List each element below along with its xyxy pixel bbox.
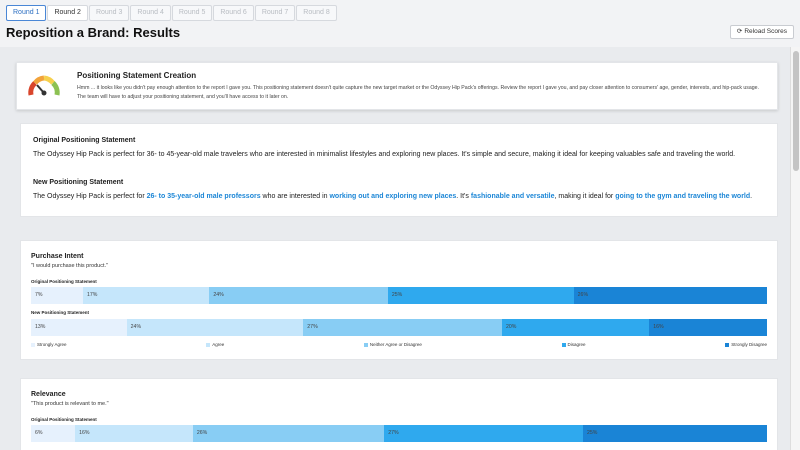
relevance-quote: "This product is relevant to me." bbox=[31, 401, 109, 407]
reload-scores-label: Reload Scores bbox=[744, 28, 787, 35]
scrollbar[interactable] bbox=[790, 47, 800, 450]
bar-segment-strongly-disagree: 25% bbox=[582, 425, 767, 442]
refresh-icon: ⟳ bbox=[736, 28, 743, 35]
bar-segment-neither-agree-or-disagree: 24% bbox=[209, 287, 388, 304]
reload-scores-button[interactable]: ⟳ Reload Scores bbox=[729, 25, 794, 39]
feedback-title: Positioning Statement Creation bbox=[77, 71, 197, 80]
relevance-original-bar: 6% 16% 26% 27% 25% bbox=[31, 425, 767, 442]
legend-item: Strongly Disagree bbox=[725, 342, 767, 347]
legend-label: Strongly Agree bbox=[37, 342, 67, 347]
legend-label: Neither Agree or Disagree bbox=[369, 342, 422, 347]
purchase-intent-original-bar: 7% 17% 24% 25% 26% bbox=[31, 287, 767, 304]
bar-segment-strongly-disagree: 26% bbox=[573, 287, 767, 304]
original-bar-label: Original Positioning Statement bbox=[31, 417, 97, 422]
new-statement-highlight: fashionable and versatile bbox=[470, 193, 555, 200]
bar-segment-strongly-agree: 7% bbox=[31, 287, 84, 304]
legend-swatch bbox=[561, 342, 566, 347]
bar-segment-agree: 24% bbox=[126, 319, 304, 336]
legend-item: Agree bbox=[206, 342, 224, 347]
tab-round-3[interactable]: Round 3 bbox=[88, 5, 130, 21]
scrollbar-thumb[interactable] bbox=[793, 51, 799, 171]
legend-item: Disagree bbox=[561, 342, 586, 347]
bar-segment-agree: 16% bbox=[75, 425, 193, 442]
original-bar-label: Original Positioning Statement bbox=[31, 279, 97, 284]
bar-segment-neither-agree-or-disagree: 26% bbox=[192, 425, 385, 442]
tab-round-5[interactable]: Round 5 bbox=[171, 5, 213, 21]
legend: Strongly Agree Agree Neither Agree or Disa… bbox=[31, 342, 767, 347]
relevance-card: Relevance "This product is relevant to m… bbox=[20, 378, 778, 450]
purchase-intent-new-bar: 13% 24% 27% 20% 16% bbox=[31, 319, 767, 336]
round-tabs: Round 1 Round 2 Round 3 Round 4 Round 5 … bbox=[6, 5, 338, 21]
statements-card: Original Positioning Statement The Odyss… bbox=[20, 123, 778, 217]
new-statement-text: The Odyssey Hip Pack is perfect for 26- … bbox=[33, 191, 763, 202]
legend-item: Neither Agree or Disagree bbox=[363, 342, 422, 347]
feedback-message: Hmm ... it looks like you didn't pay eno… bbox=[77, 85, 759, 100]
bar-segment-agree: 17% bbox=[83, 287, 210, 304]
new-statement-part: who are interested in bbox=[260, 193, 330, 200]
legend-swatch bbox=[31, 342, 35, 347]
tab-round-4[interactable]: Round 4 bbox=[130, 5, 171, 21]
feedback-card: Positioning Statement Creation Hmm ... i… bbox=[16, 62, 778, 110]
original-statement-heading: Original Positioning Statement bbox=[33, 137, 136, 144]
new-statement-part: . It's bbox=[456, 193, 471, 200]
new-statement-part: , making it ideal for bbox=[554, 193, 616, 200]
bar-segment-neither-agree-or-disagree: 27% bbox=[303, 319, 503, 336]
purchase-intent-quote: "I would purchase this product." bbox=[31, 263, 108, 269]
new-statement-part: . bbox=[750, 193, 753, 200]
new-statement-highlight: going to the gym and traveling the world bbox=[615, 193, 751, 200]
tab-round-6[interactable]: Round 6 bbox=[213, 5, 254, 21]
bar-segment-strongly-disagree: 16% bbox=[649, 319, 767, 336]
bar-segment-disagree: 25% bbox=[387, 287, 574, 304]
bar-segment-strongly-agree: 13% bbox=[31, 319, 127, 336]
legend-swatch bbox=[725, 342, 730, 347]
new-statement-highlight: 26- to 35-year-old male professors bbox=[146, 193, 261, 200]
original-statement-text: The Odyssey Hip Pack is perfect for 36- … bbox=[33, 151, 736, 158]
relevance-title: Relevance bbox=[31, 391, 66, 398]
bar-segment-disagree: 20% bbox=[502, 319, 650, 336]
tab-round-2[interactable]: Round 2 bbox=[47, 5, 88, 21]
bar-segment-disagree: 27% bbox=[384, 425, 583, 442]
new-statement-part: The Odyssey Hip Pack is perfect for bbox=[33, 193, 147, 200]
legend-label: Agree bbox=[212, 342, 225, 347]
bar-segment-strongly-agree: 6% bbox=[31, 425, 76, 442]
new-bar-label: New Positioning Statement bbox=[31, 310, 90, 315]
tab-round-8[interactable]: Round 8 bbox=[296, 5, 337, 21]
gauge-icon bbox=[28, 75, 60, 96]
new-statement-highlight: working out and exploring new places bbox=[329, 193, 457, 200]
legend-swatch bbox=[206, 342, 211, 347]
legend-label: Strongly Disagree bbox=[731, 342, 767, 347]
tab-round-7[interactable]: Round 7 bbox=[254, 5, 296, 21]
legend-label: Disagree bbox=[567, 342, 586, 347]
new-statement-heading: New Positioning Statement bbox=[33, 179, 124, 186]
purchase-intent-title: Purchase Intent bbox=[31, 253, 84, 260]
legend-swatch bbox=[363, 342, 368, 347]
purchase-intent-card: Purchase Intent "I would purchase this p… bbox=[20, 240, 778, 360]
legend-item: Strongly Agree bbox=[31, 342, 67, 347]
page-title: Reposition a Brand: Results bbox=[6, 25, 181, 40]
tab-round-1[interactable]: Round 1 bbox=[6, 5, 47, 21]
